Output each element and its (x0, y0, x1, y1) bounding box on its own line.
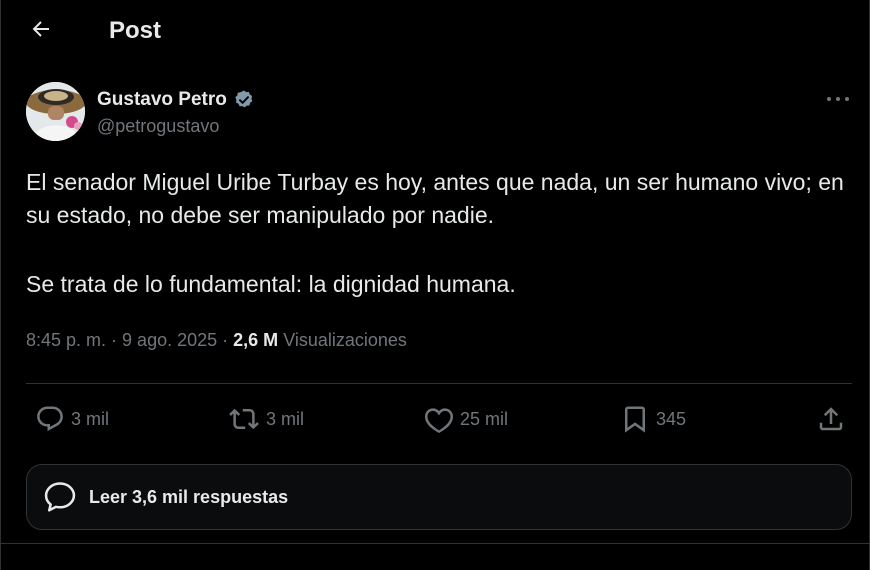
divider (26, 383, 852, 384)
post-paragraph: El senador Miguel Uribe Turbay es hoy, a… (26, 169, 844, 228)
arrow-left-icon (32, 21, 49, 37)
repost-icon (229, 408, 259, 430)
avatar-image (26, 82, 85, 141)
post-paragraph: Se trata de lo fundamental: la dignidad … (26, 271, 516, 297)
heart-icon (425, 408, 453, 433)
page-title: Post (109, 17, 162, 44)
bookmark-icon (625, 406, 645, 433)
share-icon (819, 407, 843, 431)
like-count: 25 mil (460, 408, 509, 429)
read-replies-label: Leer 3,6 mil respuestas (89, 486, 289, 507)
post-text: El senador Miguel Uribe Turbay es hoy, a… (26, 166, 856, 301)
views-label: Visualizaciones (283, 330, 407, 350)
page-header: Post (1, 0, 870, 64)
views-count[interactable]: 2,6 M (233, 330, 278, 350)
author-info: Gustavo Petro @petrogustavo (97, 88, 397, 137)
author-handle[interactable]: @petrogustavo (97, 116, 397, 137)
bookmark-button[interactable]: 345 (620, 396, 686, 442)
repost-count: 3 mil (266, 408, 305, 429)
post-author: Gustavo Petro @petrogustavo (26, 82, 253, 144)
verified-badge-icon[interactable] (233, 89, 255, 111)
share-button[interactable] (816, 396, 846, 442)
post-metadata: 8:45 p. m. · 9 ago. 2025 · 2,6 M Visuali… (26, 330, 407, 351)
divider (1, 543, 870, 544)
author-name[interactable]: Gustavo Petro (97, 89, 227, 111)
back-button[interactable] (23, 14, 59, 44)
post-page: Post Gustavo Petro @petrogustavo El sena… (0, 0, 870, 570)
chat-bubble-icon (44, 482, 76, 512)
reply-count: 3 mil (71, 408, 110, 429)
avatar[interactable] (26, 82, 85, 141)
post-date[interactable]: 9 ago. 2025 (122, 330, 217, 350)
more-options-button[interactable] (819, 88, 857, 110)
like-button[interactable]: 25 mil (424, 396, 508, 442)
bookmark-count: 345 (656, 408, 687, 429)
meta-separator: · (106, 330, 123, 350)
read-replies-button[interactable]: Leer 3,6 mil respuestas (26, 464, 852, 530)
reply-button[interactable]: 3 mil (35, 396, 109, 442)
action-bar: 3 mil 3 mil 25 mil 345 (26, 396, 852, 442)
author-name-row: Gustavo Petro (97, 88, 397, 112)
meta-separator: · (217, 330, 234, 350)
more-horizontal-icon (827, 97, 849, 101)
repost-button[interactable]: 3 mil (228, 396, 304, 442)
post-time[interactable]: 8:45 p. m. (26, 330, 106, 350)
reply-icon (37, 406, 63, 432)
